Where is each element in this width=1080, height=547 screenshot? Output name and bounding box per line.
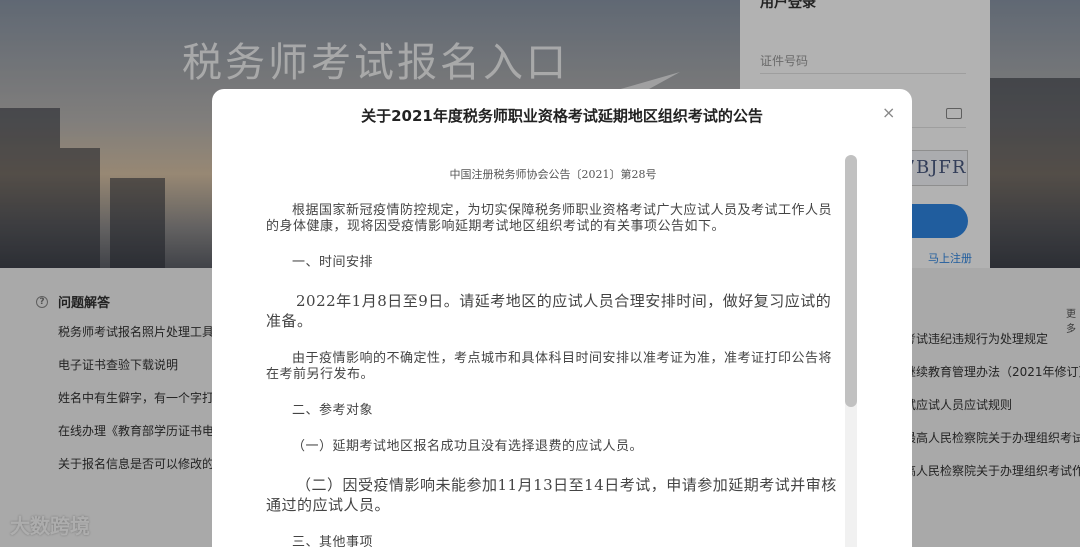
paragraph: （一）延期考试地区报名成功且没有选择退费的应试人员。 — [292, 439, 644, 454]
scrollbar-thumb[interactable] — [845, 155, 857, 407]
intro-paragraph: 根据国家新冠疫情防控规定，为切实保障税务师职业资格考试广大应试人员及考试工作人员… — [266, 203, 833, 234]
section-heading: 一、时间安排 — [292, 255, 374, 270]
section-heading: 二、参考对象 — [292, 403, 374, 418]
close-icon[interactable]: × — [882, 103, 895, 122]
section-heading: 三、其他事项 — [292, 535, 374, 547]
document-number: 中国注册税务师协会公告〔2021〕第28号 — [449, 168, 657, 181]
modal-body: 中国注册税务师协会公告〔2021〕第28号 根据国家新冠疫情防控规定，为切实保障… — [266, 167, 840, 547]
paragraph: 2022年1月8日至9日。请延考地区的应试人员合理安排时间，做好复习应试的准备。 — [266, 292, 832, 330]
modal-title: 关于2021年度税务师职业资格考试延期地区组织考试的公告 — [361, 107, 763, 125]
paragraph: 由于疫情影响的不确定性，考点城市和具体科目时间安排以准考证为准，准考证打印公告将… — [266, 351, 833, 382]
announcement-modal: 关于2021年度税务师职业资格考试延期地区组织考试的公告 × 中国注册税务师协会… — [212, 89, 912, 547]
scrollbar[interactable] — [845, 155, 857, 547]
paragraph: （二）因受疫情影响未能参加11月13日至14日考试，申请参加延期考试并审核通过的… — [266, 476, 837, 514]
